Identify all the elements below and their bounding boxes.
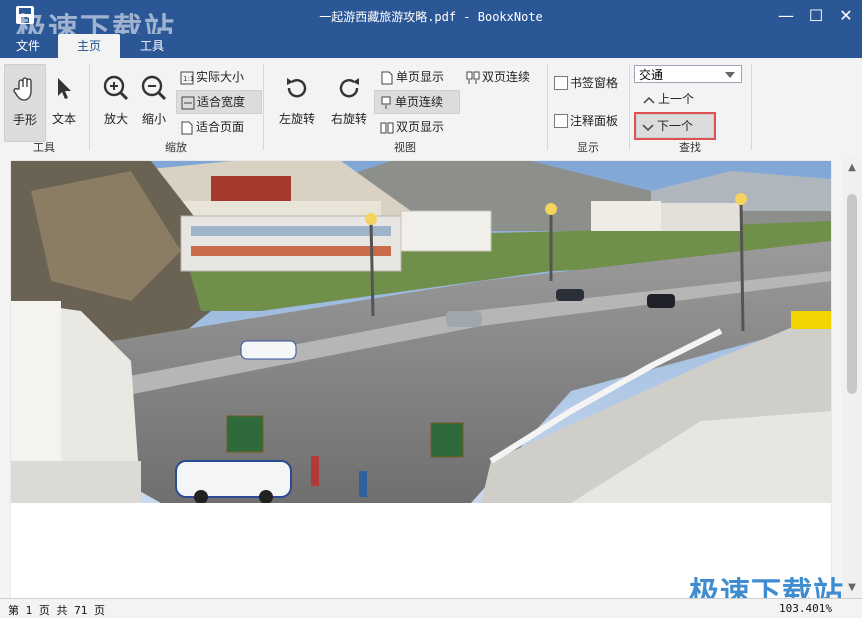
zoom-in-label: 放大 <box>103 112 128 126</box>
chevron-up-icon <box>642 92 656 106</box>
search-query: 交通 <box>639 68 664 82</box>
tab-home[interactable]: 主页 <box>58 34 120 58</box>
rotate-right-button[interactable]: 右旋转 <box>326 64 372 140</box>
group-display: 书签窗格 注释面板 显示 <box>548 58 628 158</box>
double-continuous-button[interactable]: 双页连续 <box>462 66 558 88</box>
group-zoom-label: 缩放 <box>165 141 187 154</box>
fit-page-label: 适合页面 <box>196 120 245 134</box>
actual-size-button[interactable]: 1:1 实际大小 <box>176 66 272 88</box>
actual-size-icon: 1:1 <box>180 70 194 85</box>
group-view-label: 视图 <box>394 141 416 154</box>
title-bar: 极速下载站 一起游西藏旅游攻略.pdf - BookxNote — ☐ ✕ <box>0 0 862 47</box>
tab-file[interactable]: 文件 <box>6 34 50 58</box>
rotate-left-button[interactable]: 左旋转 <box>274 64 320 140</box>
window-title: 一起游西藏旅游攻略.pdf - BookxNote <box>319 10 543 24</box>
group-tools: 手形 文本 工具 <box>0 58 88 158</box>
double-page-button[interactable]: 双页显示 <box>376 116 472 138</box>
fit-page-icon <box>180 120 194 135</box>
rotate-right-icon <box>335 74 363 102</box>
hand-tool-label: 手形 <box>12 113 37 127</box>
zoom-in-button[interactable]: 放大 <box>96 64 136 140</box>
double-continuous-label: 双页连续 <box>482 70 531 84</box>
maximize-button[interactable]: ☐ <box>806 6 826 26</box>
group-find-label: 查找 <box>679 141 701 154</box>
hand-tool-button[interactable]: 手形 <box>4 64 46 142</box>
bookmark-pane-checkbox[interactable] <box>554 76 568 90</box>
page-photo <box>11 161 831 503</box>
separator <box>751 64 752 150</box>
rotate-left-label: 左旋转 <box>278 112 315 126</box>
minimize-button[interactable]: — <box>776 6 796 26</box>
continuous-page-icon <box>379 95 393 109</box>
zoom-out-icon <box>140 74 168 102</box>
close-button[interactable]: ✕ <box>836 6 856 26</box>
annotation-panel-checkbox[interactable] <box>554 114 568 128</box>
group-display-label: 显示 <box>577 141 599 154</box>
group-view: 左旋转 右旋转 单页显示 单页连续 双页显示 双页连续 视图 <box>264 58 546 158</box>
group-tools-label: 工具 <box>33 141 55 154</box>
double-page-label: 双页显示 <box>396 120 445 134</box>
ribbon-tabs: 文件 主页 工具 <box>0 34 862 58</box>
text-tool-button[interactable]: 文本 <box>44 64 84 140</box>
chevron-down-icon <box>725 72 735 78</box>
single-page-label: 单页显示 <box>396 70 445 84</box>
page-icon <box>380 70 394 85</box>
document-viewer[interactable] <box>0 158 862 598</box>
fit-page-button[interactable]: 适合页面 <box>176 116 272 138</box>
status-bar: 第 1 页 共 71 页 103.401% <box>0 598 862 618</box>
fit-width-button[interactable]: 适合宽度 <box>176 90 262 114</box>
zoom-in-icon <box>102 74 130 102</box>
double-page-icon <box>380 120 394 134</box>
bookmark-pane-label[interactable]: 书签窗格 <box>570 74 618 91</box>
vertical-scrollbar[interactable]: ▲ ▼ <box>842 158 862 598</box>
find-next-label: 下一个 <box>657 119 694 133</box>
zoom-indicator: 103.401% <box>779 602 832 615</box>
search-dropdown[interactable]: 交通 <box>634 65 742 83</box>
find-prev-label: 上一个 <box>658 92 695 106</box>
find-next-button[interactable]: 下一个 <box>634 112 716 140</box>
rotate-left-icon <box>283 74 311 102</box>
fit-width-label: 适合宽度 <box>197 95 246 109</box>
chevron-down-icon <box>641 119 655 133</box>
fit-width-icon <box>181 95 195 110</box>
group-find: 交通 上一个 下一个 查找 <box>630 58 750 158</box>
text-tool-label: 文本 <box>51 112 76 126</box>
hand-icon <box>11 75 39 103</box>
double-continuous-icon <box>466 70 480 84</box>
zoom-out-button[interactable]: 缩小 <box>134 64 174 140</box>
scroll-thumb[interactable] <box>847 194 857 394</box>
tab-tools[interactable]: 工具 <box>130 34 174 58</box>
svg-text:1:1: 1:1 <box>183 75 194 83</box>
ribbon: 手形 文本 工具 放大 缩小 1:1 实际大小 适合宽度 适合页面 缩放 左旋转… <box>0 58 862 159</box>
actual-size-label: 实际大小 <box>196 70 245 84</box>
single-page-button[interactable]: 单页显示 <box>376 66 472 88</box>
page-indicator: 第 1 页 共 71 页 <box>8 604 105 617</box>
single-continuous-label: 单页连续 <box>395 95 444 109</box>
single-continuous-button[interactable]: 单页连续 <box>374 90 460 114</box>
rotate-right-label: 右旋转 <box>330 112 367 126</box>
zoom-out-label: 缩小 <box>141 112 166 126</box>
scroll-up-icon[interactable]: ▲ <box>842 158 862 178</box>
find-prev-button[interactable]: 上一个 <box>638 88 728 110</box>
cursor-icon <box>50 74 78 102</box>
scroll-down-icon[interactable]: ▼ <box>842 578 862 598</box>
annotation-panel-label[interactable]: 注释面板 <box>570 112 618 129</box>
group-zoom: 放大 缩小 1:1 实际大小 适合宽度 适合页面 缩放 <box>90 58 262 158</box>
